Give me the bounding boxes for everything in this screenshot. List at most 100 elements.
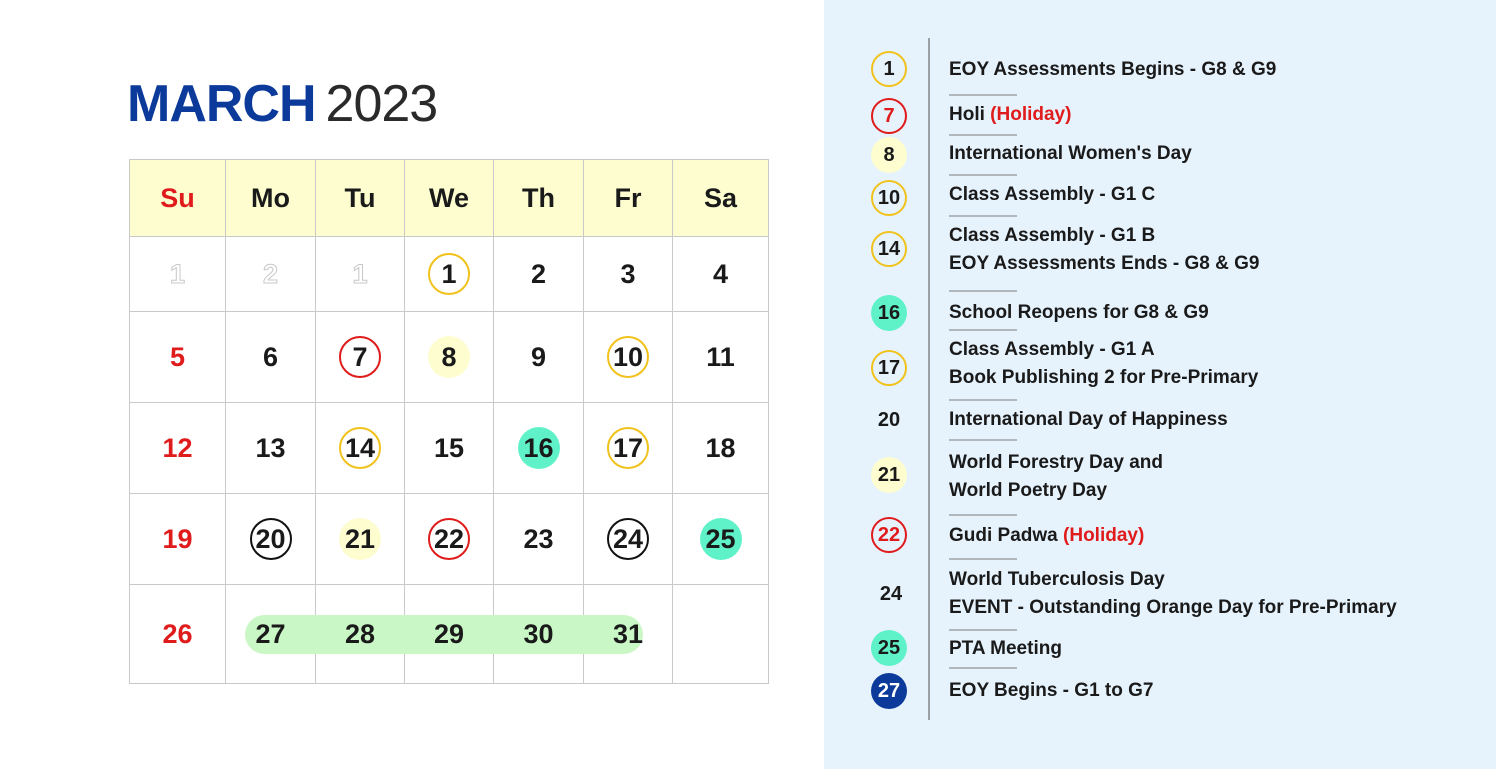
day-number-sunday: 12 (162, 432, 193, 463)
event-date-badge: 7 (871, 98, 907, 134)
day-cell: 15 (404, 402, 494, 494)
event-label: Class Assembly - G1 B EOY Assessments End… (949, 222, 1259, 278)
day-number: 24 (607, 518, 649, 560)
event-date-badge: 27 (871, 673, 907, 709)
weekday-saturday: Sa (672, 159, 769, 237)
calendar-panel: MARCH 2023 Su Mo Tu We Th Fr Sa 1 2 1 1 2… (0, 0, 824, 769)
day-cell: 16 (493, 402, 584, 494)
event-label: International Women's Day (949, 140, 1192, 168)
day-number-faded: 2 (262, 258, 279, 289)
day-number: 22 (428, 518, 470, 560)
weekday-header-row: Su Mo Tu We Th Fr Sa (129, 159, 769, 237)
event-label: EOY Assessments Begins - G8 & G9 (949, 56, 1276, 84)
event-date-badge: 8 (871, 137, 907, 173)
day-cell: 1 (404, 236, 494, 312)
event-date-badge: 25 (871, 630, 907, 666)
day-number: 8 (428, 336, 470, 378)
day-cell: 1 (315, 236, 405, 312)
day-number: 1 (428, 253, 470, 295)
day-number: 14 (339, 427, 381, 469)
event-label: Holi (Holiday) (949, 101, 1071, 129)
event-line: World Forestry Day and (949, 452, 1163, 473)
day-number: 16 (517, 427, 560, 469)
day-number-faded: 1 (352, 258, 368, 289)
day-number: 10 (607, 336, 649, 378)
event-separator (949, 558, 1017, 560)
day-cell: 8 (404, 311, 494, 403)
day-number: 28 (344, 618, 376, 649)
event-line: EOY Assessments Begins - G8 & G9 (949, 59, 1277, 80)
day-number: 11 (706, 341, 735, 372)
day-cell: 22 (404, 493, 494, 585)
day-number: 7 (339, 336, 381, 378)
day-number: 3 (620, 258, 636, 289)
event-line: PTA Meeting (949, 638, 1062, 659)
day-number-sunday: 26 (162, 618, 193, 649)
event-separator (949, 215, 1017, 217)
event-line: Gudi Padwa (949, 525, 1058, 546)
week-row: 1 2 1 1 2 3 4 (129, 236, 769, 312)
weekday-sunday: Su (129, 159, 226, 237)
day-cell: 14 (315, 402, 405, 494)
day-number: 9 (530, 341, 547, 372)
event-line: School Reopens for G8 & G9 (949, 302, 1209, 323)
event-line: Class Assembly - G1 A (949, 339, 1155, 360)
day-number-faded: 1 (169, 258, 186, 289)
event-separator (949, 439, 1017, 441)
event-separator (949, 134, 1017, 136)
event-date-badge: 10 (871, 180, 907, 216)
event-label: Class Assembly - G1 C (949, 181, 1155, 209)
event-label: International Day of Happiness (949, 406, 1228, 434)
day-cell: 7 (315, 311, 405, 403)
holiday-tag: (Holiday) (990, 104, 1072, 125)
day-cell: 5 (129, 311, 226, 403)
day-cell: 18 (672, 402, 769, 494)
weekday-wednesday: We (404, 159, 494, 237)
event-separator (949, 94, 1017, 96)
day-number-sunday: 5 (169, 341, 186, 372)
day-number: 23 (523, 523, 554, 554)
event-label: World Tuberculosis Day EVENT - Outstandin… (949, 566, 1397, 622)
day-cell: 24 (583, 493, 673, 585)
calendar-title: MARCH 2023 (127, 74, 438, 134)
day-number: 20 (249, 518, 292, 560)
event-line: International Day of Happiness (949, 409, 1228, 430)
day-number: 21 (339, 518, 381, 560)
holiday-tag: (Holiday) (1063, 525, 1145, 546)
day-cell: 23 (493, 493, 584, 585)
weekday-monday: Mo (225, 159, 316, 237)
title-month: MARCH (127, 75, 317, 133)
event-label: World Forestry Day and World Poetry Day (949, 449, 1163, 505)
event-date-badge: 1 (871, 51, 907, 87)
event-separator (949, 514, 1017, 516)
event-line: Class Assembly - G1 B (949, 225, 1156, 246)
day-number: 4 (712, 258, 729, 289)
day-number: 31 (612, 618, 644, 649)
day-cell: 11 (672, 311, 769, 403)
event-separator (949, 174, 1017, 176)
day-cell: 2 (493, 236, 584, 312)
event-separator (949, 629, 1017, 631)
day-number: 27 (255, 618, 286, 649)
event-separator (949, 290, 1017, 292)
day-cell-empty (672, 584, 769, 684)
week-row: 19 20 21 22 23 24 25 (129, 493, 769, 585)
event-label: Class Assembly - G1 A Book Publishing 2 f… (949, 336, 1258, 392)
day-cell: 13 (225, 402, 316, 494)
event-separator (949, 399, 1017, 401)
day-number: 15 (433, 432, 465, 463)
day-number: 13 (255, 432, 286, 463)
event-line: World Poetry Day (949, 480, 1108, 501)
event-date-badge: 16 (871, 295, 907, 331)
day-cell: 6 (225, 311, 316, 403)
day-cell: 26 (129, 584, 226, 684)
day-cell: 9 (493, 311, 584, 403)
event-line: Class Assembly - G1 C (949, 184, 1156, 205)
weekday-thursday: Th (493, 159, 584, 237)
day-cell: 17 (583, 402, 673, 494)
event-separator (949, 667, 1017, 669)
event-label: Gudi Padwa (Holiday) (949, 522, 1144, 550)
day-number: 29 (433, 618, 465, 649)
event-line: Book Publishing 2 for Pre-Primary (949, 367, 1259, 388)
event-line: International Women's Day (949, 143, 1192, 164)
